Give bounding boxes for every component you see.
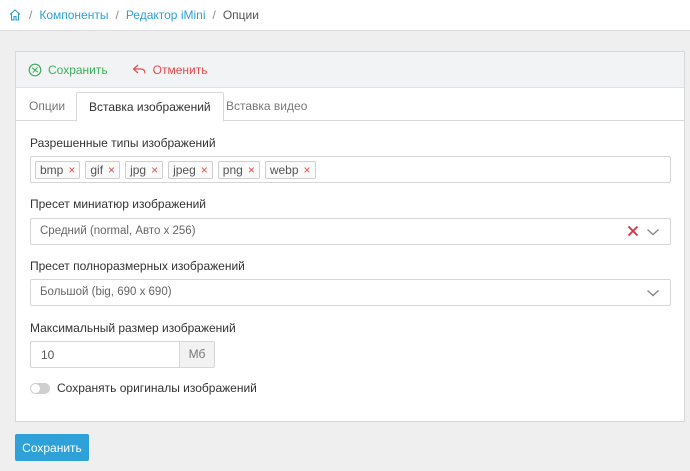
tab-bar: Опции Вставка изображений Вставка видео: [16, 92, 684, 122]
tag-gif: gif ×: [85, 160, 121, 179]
max-size-unit: Мб: [179, 341, 215, 368]
thumb-preset-label: Пресет миниатюр изображений: [30, 197, 206, 211]
max-size-input[interactable]: [30, 341, 179, 368]
home-icon[interactable]: [8, 8, 22, 22]
breadcrumb-components-link[interactable]: Компоненты: [39, 8, 108, 22]
tab-options[interactable]: Опции: [17, 92, 77, 121]
toggle-knob: [31, 384, 40, 393]
tag-label: jpg: [130, 162, 147, 177]
full-preset-label: Пресет полноразмерных изображений: [30, 259, 245, 273]
tag-label: jpeg: [173, 162, 196, 177]
keep-originals-label: Сохранять оригиналы изображений: [57, 381, 257, 395]
thumb-preset-select[interactable]: Средний (normal, Авто x 256): [30, 218, 671, 245]
breadcrumb-current: Опции: [222, 8, 259, 22]
tag-jpg: jpg ×: [125, 160, 164, 179]
tag-remove-icon[interactable]: ×: [248, 163, 255, 177]
close-icon[interactable]: [626, 224, 640, 238]
toolbar-cancel-label: Отменить: [152, 62, 208, 77]
tab-image-insert[interactable]: Вставка изображений: [76, 92, 224, 122]
tag-remove-icon[interactable]: ×: [304, 163, 311, 177]
breadcrumb-bar: / Компоненты / Редактор iMini / Опции: [0, 0, 690, 31]
save-button[interactable]: Сохранить: [15, 434, 89, 461]
tab-video-insert[interactable]: Вставка видео: [214, 92, 319, 121]
tag-label: webp: [269, 162, 299, 177]
undo-arrow-icon: [132, 64, 146, 74]
tag-label: gif: [90, 162, 104, 177]
chevron-down-icon[interactable]: [646, 286, 660, 300]
allowed-types-input[interactable]: bmp × gif × jpg × jpeg × png × webp ×: [30, 156, 671, 183]
tag-remove-icon[interactable]: ×: [68, 163, 75, 177]
full-preset-value: Большой (big, 690 x 690): [40, 286, 172, 298]
tag-jpeg: jpeg ×: [168, 160, 213, 179]
breadcrumb-separator: /: [29, 8, 33, 22]
chevron-down-icon[interactable]: [646, 225, 660, 239]
breadcrumb-editor-link[interactable]: Редактор iMini: [126, 8, 206, 22]
breadcrumb: / Компоненты / Редактор iMini / Опции: [8, 8, 259, 22]
tag-webp: webp ×: [264, 160, 316, 179]
tag-remove-icon[interactable]: ×: [108, 163, 115, 177]
tag-remove-icon[interactable]: ×: [151, 163, 158, 177]
tag-label: bmp: [40, 162, 64, 177]
options-card: Сохранить Отменить Опции Вставка изображ…: [15, 51, 685, 422]
thumb-preset-value: Средний (normal, Авто x 256): [40, 225, 196, 237]
breadcrumb-separator: /: [212, 8, 216, 22]
toolbar-cancel-button[interactable]: Отменить: [132, 62, 208, 77]
save-circle-icon: [28, 63, 42, 76]
full-preset-select[interactable]: Большой (big, 690 x 690): [30, 279, 671, 306]
max-size-label: Максимальный размер изображений: [30, 321, 236, 335]
keep-originals-toggle[interactable]: [30, 383, 50, 394]
tag-label: png: [222, 162, 243, 177]
tag-png: png ×: [217, 160, 260, 179]
toolbar-save-button[interactable]: Сохранить: [28, 63, 108, 77]
toolbar: Сохранить Отменить: [16, 52, 684, 88]
breadcrumb-separator: /: [115, 8, 119, 22]
tag-bmp: bmp ×: [35, 160, 81, 179]
allowed-types-label: Разрешенные типы изображений: [30, 136, 216, 150]
tag-list: bmp × gif × jpg × jpeg × png × webp ×: [31, 157, 670, 182]
tag-remove-icon[interactable]: ×: [201, 163, 208, 177]
toolbar-save-label: Сохранить: [48, 62, 108, 77]
